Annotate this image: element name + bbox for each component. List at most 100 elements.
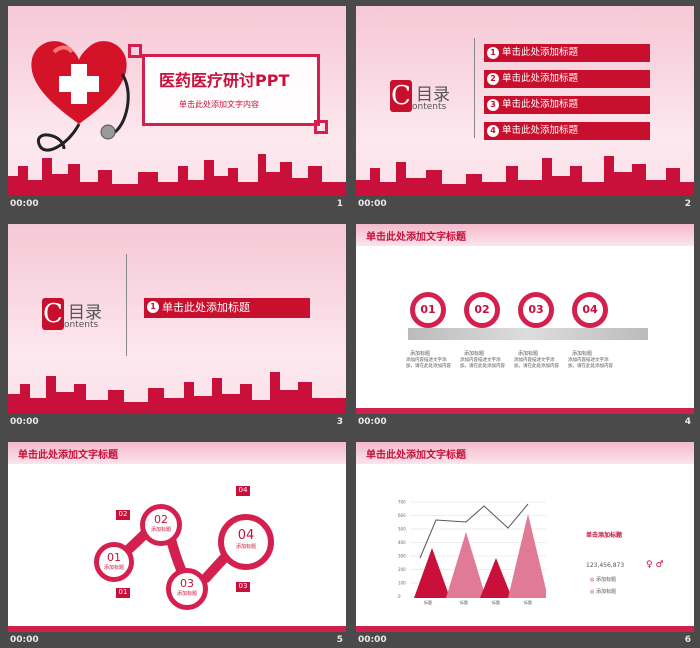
line-series <box>419 503 529 559</box>
time: 00:00 <box>10 417 39 427</box>
divider <box>126 254 127 356</box>
thumb-4[interactable]: 单击此处添加文字标题 01 添加标题 添加内容描述文字添加，请在此处添加内容 02 添加… <box>352 218 694 430</box>
y-tick: 300 <box>398 554 406 559</box>
num: 1 <box>487 47 499 59</box>
slide-2[interactable]: C 目录 ontents 1 单击此处添加标题 2 单击此处添加标题 3 单击此处添加… <box>356 6 694 196</box>
y-tick: 500 <box>398 527 406 532</box>
triangle-mark <box>480 558 512 598</box>
slide-1[interactable]: 医药医疗研讨PPT 单击此处添加文字内容 <box>8 6 346 196</box>
caption: 00:00 6 <box>356 634 694 648</box>
title-box: 医药医疗研讨PPT 单击此处添加文字内容 <box>142 54 320 126</box>
x-label: 标题 <box>424 599 432 605</box>
tag-03: 03 <box>236 582 250 592</box>
city-skyline-icon <box>8 154 346 196</box>
menu-item-1[interactable]: 1 单击此处添加标题 <box>144 298 310 318</box>
time: 00:00 <box>10 199 39 209</box>
caption: 00:00 5 <box>8 634 346 648</box>
triangle-mark <box>446 532 486 598</box>
label: 单击此处添加标题 <box>162 301 250 314</box>
thumb-1[interactable]: 医药医疗研讨PPT 单击此处添加文字内容 00:00 1 <box>4 0 346 212</box>
step-text: 添加内容描述文字添加，请在此处添加内容 <box>406 358 451 369</box>
step-label: 添加标题 <box>464 351 485 357</box>
city-skyline-icon <box>8 372 346 414</box>
slide-thumbnail-grid: 医药医疗研讨PPT 单击此处添加文字内容 00:00 1 C 目录 ontents… <box>0 0 700 648</box>
area-chart: 700 600 500 400 300 200 100 0 标题 标题 标题 标题 <box>398 500 546 605</box>
divider <box>474 38 475 138</box>
y-tick: 600 <box>398 513 406 518</box>
step-label: 添加标题 <box>518 351 539 357</box>
circle-num: 02 <box>154 513 168 526</box>
thumb-6[interactable]: 单击此处添加文字标题 700 600 500 400 300 200 100 0 标题 标题 … <box>352 436 694 648</box>
toc-sub: ontents <box>64 320 99 330</box>
y-tick: 700 <box>398 500 406 505</box>
time: 00:00 <box>358 417 387 427</box>
slide-header: 单击此处添加文字标题 <box>366 450 466 461</box>
time: 00:00 <box>10 635 39 645</box>
tag-02: 02 <box>116 510 130 520</box>
caption: 00:00 2 <box>356 198 694 212</box>
slide-number: 4 <box>684 417 691 427</box>
circle-label: 添加标题 <box>150 527 171 533</box>
thumb-2[interactable]: C 目录 ontents 1 单击此处添加标题 2 单击此处添加标题 3 单击此处添加… <box>352 0 694 212</box>
y-tick: 0 <box>398 594 401 599</box>
slide-number: 5 <box>336 635 343 645</box>
slide-number: 2 <box>684 199 691 209</box>
legend-1: ◎ 添加标题 <box>590 577 616 583</box>
contents-c-icon: C <box>390 80 412 112</box>
step-label: 添加标题 <box>410 351 431 357</box>
people-icon: ♀ ♂ <box>646 560 664 570</box>
legend-label: 添加标题 <box>595 589 616 595</box>
title: 医药医疗研讨PPT <box>159 71 290 90</box>
corner-deco <box>128 44 142 58</box>
thumb-3[interactable]: C 目录 ontents 1 单击此处添加标题 00:00 3 <box>4 218 346 430</box>
triangle-mark <box>414 548 450 598</box>
corner-deco <box>314 120 328 134</box>
label: 单击此处添加标题 <box>502 125 579 136</box>
bottom-band <box>8 626 346 632</box>
slide-6[interactable]: 单击此处添加文字标题 700 600 500 400 300 200 100 0 标题 标题 … <box>356 442 694 632</box>
slide-header: 单击此处添加文字标题 <box>366 232 466 243</box>
circle-label: 添加标题 <box>235 544 256 550</box>
slide-4[interactable]: 单击此处添加文字标题 01 添加标题 添加内容描述文字添加，请在此处添加内容 02 添加… <box>356 224 694 414</box>
circle-04: 04 添加标题 <box>218 514 274 570</box>
menu-item-3[interactable]: 3 单击此处添加标题 <box>484 96 650 114</box>
value-text: 123,456,873 <box>586 562 625 569</box>
x-label: 标题 <box>492 599 500 605</box>
circle-num: 04 <box>237 528 255 543</box>
tag-01: 01 <box>116 588 130 598</box>
step-circle: 03 <box>518 292 554 328</box>
bottom-band <box>356 408 694 414</box>
circle-02: 02 添加标题 <box>140 504 182 546</box>
x-label: 标题 <box>460 599 468 605</box>
slide-5[interactable]: 单击此处添加文字标题 01 添加标题 02 添加标题 03 添加标题 04 添加标题 0… <box>8 442 346 632</box>
num: 3 <box>487 99 499 111</box>
step-circle: 04 <box>572 292 608 328</box>
circle-num: 01 <box>107 551 121 564</box>
y-tick: 200 <box>398 567 406 572</box>
bottom-band <box>356 626 694 632</box>
num: 2 <box>487 73 499 85</box>
thumb-5[interactable]: 单击此处添加文字标题 01 添加标题 02 添加标题 03 添加标题 04 添加标题 0… <box>4 436 346 648</box>
slide-3[interactable]: C 目录 ontents 1 单击此处添加标题 <box>8 224 346 414</box>
caption: 00:00 1 <box>8 198 346 212</box>
circle-label: 添加标题 <box>176 591 197 597</box>
label: 单击此处添加标题 <box>502 73 579 84</box>
label: 单击此处添加标题 <box>502 47 579 58</box>
caption: 00:00 3 <box>8 416 346 430</box>
circle-num: 03 <box>180 577 194 590</box>
menu-item-2[interactable]: 2 单击此处添加标题 <box>484 70 650 88</box>
label: 单击此处添加标题 <box>502 99 579 110</box>
step-text: 添加内容描述文字添加，请在此处添加内容 <box>568 358 613 369</box>
y-tick: 400 <box>398 540 406 545</box>
side-title: 单击添加标题 <box>586 532 623 539</box>
time: 00:00 <box>358 635 387 645</box>
legend-2: ◎ 添加标题 <box>590 589 616 595</box>
legend-label: 添加标题 <box>595 577 616 583</box>
menu-item-1[interactable]: 1 单击此处添加标题 <box>484 44 650 62</box>
caption: 00:00 4 <box>356 416 694 430</box>
step-text: 添加内容描述文字添加，请在此处添加内容 <box>460 358 505 369</box>
city-skyline-icon <box>356 156 694 196</box>
subtitle: 单击此处添加文字内容 <box>179 100 259 109</box>
circle-01: 01 添加标题 <box>94 542 134 582</box>
slide-number: 1 <box>336 199 343 209</box>
